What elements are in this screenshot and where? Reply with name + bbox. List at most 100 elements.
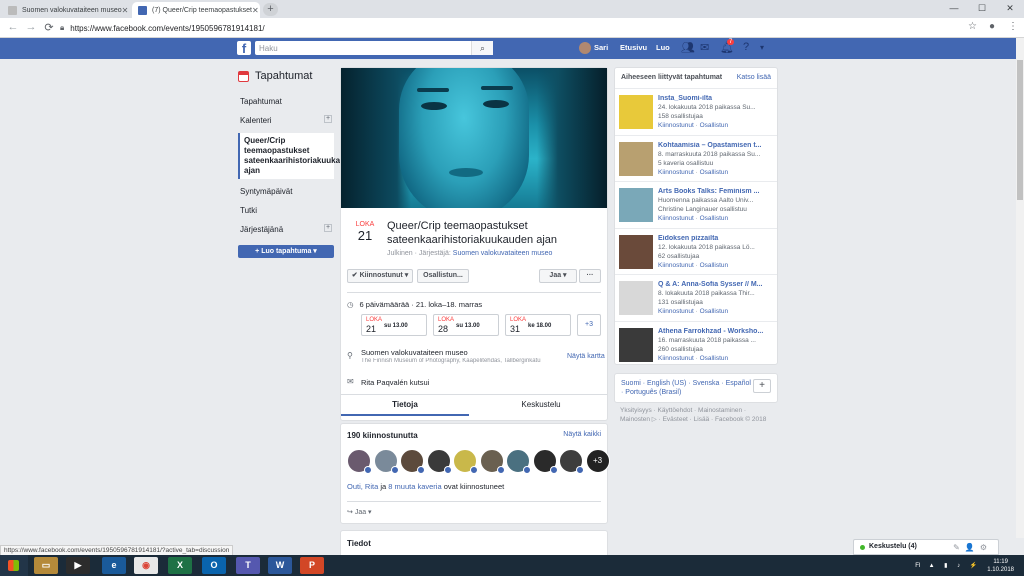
word-icon[interactable]: W xyxy=(268,557,292,574)
date-option[interactable]: LOKA 21 su 13.00 xyxy=(361,314,427,336)
more-dates-button[interactable]: +3 xyxy=(577,314,601,336)
search-input[interactable]: Haku ⌕ xyxy=(255,41,493,55)
back-icon[interactable]: ← xyxy=(6,21,20,33)
interested-link[interactable]: Kiinnostunut xyxy=(658,169,694,176)
sidebar-item-discover[interactable]: Tutki xyxy=(238,201,334,220)
related-event-title[interactable]: Insta_Suomi-ilta xyxy=(658,95,774,102)
friend-avatar[interactable] xyxy=(532,449,558,474)
add-icon[interactable]: + xyxy=(324,115,332,123)
reload-icon[interactable]: ⟳ xyxy=(42,21,56,34)
related-event-item[interactable]: Eidoksen pizzailta 12. lokakuuta 2018 pai… xyxy=(615,227,777,275)
friend-avatar[interactable] xyxy=(506,449,531,474)
event-thumbnail[interactable] xyxy=(619,234,653,269)
related-event-item[interactable]: Insta_Suomi-ilta 24. lokakuuta 2018 paika… xyxy=(615,88,777,135)
powerpoint-icon[interactable]: P xyxy=(300,557,324,574)
location-name[interactable]: Suomen valokuvataiteen museo xyxy=(361,348,468,357)
interested-link[interactable]: Kiinnostunut xyxy=(658,122,694,129)
interested-link[interactable]: Kiinnostunut xyxy=(658,355,694,362)
sidebar-item-events[interactable]: Tapahtumat xyxy=(238,92,334,111)
maximize-icon[interactable]: ☐ xyxy=(968,0,996,18)
going-button[interactable]: Osallistun... xyxy=(417,269,469,283)
date-option[interactable]: LOKA 28 su 13.00 xyxy=(433,314,499,336)
facebook-logo-icon[interactable]: f xyxy=(237,41,251,56)
related-event-item[interactable]: Q & A: Anna-Sofia Sysser // M... 8. lokak… xyxy=(615,274,777,321)
see-more-link[interactable]: Katso lisää xyxy=(737,74,771,81)
interested-link[interactable]: Kiinnostunut xyxy=(658,308,694,315)
organizer-link[interactable]: Suomen valokuvataiteen museo xyxy=(453,250,553,257)
friend-avatar[interactable] xyxy=(479,449,505,474)
bookmark-star-icon[interactable]: ☆ xyxy=(968,21,977,32)
sidebar-item-birthdays[interactable]: Syntymäpäivät xyxy=(238,182,334,201)
related-event-item[interactable]: Arts Books Talks: Feminism ... Huomenna p… xyxy=(615,181,777,228)
forward-icon[interactable]: → xyxy=(24,21,38,33)
outlook-icon[interactable]: O xyxy=(202,557,226,574)
show-all-link[interactable]: Näytä kaikki xyxy=(563,431,601,438)
interested-link[interactable]: Kiinnostunut xyxy=(658,262,694,269)
profile-link[interactable]: Sari xyxy=(594,43,608,52)
share-button[interactable]: Jaa ▾ xyxy=(539,269,577,283)
sidebar-item-hosting[interactable]: Järjestäjänä + xyxy=(238,220,334,239)
chrome-icon[interactable]: ◉ xyxy=(134,557,158,574)
related-event-item[interactable]: Athena Farrokhzad - Worksho... 16. marras… xyxy=(615,320,777,368)
interested-link[interactable]: Kiinnostunut xyxy=(658,215,694,222)
minimize-icon[interactable]: — xyxy=(940,0,968,18)
related-event-item[interactable]: Kohtaamisia – Opastamisen t... 8. marrask… xyxy=(615,134,777,182)
chat-options-icon[interactable]: ✎👤⚙ xyxy=(953,543,992,552)
event-thumbnail[interactable] xyxy=(619,281,653,315)
chat-bar[interactable]: Keskustelu (4) ✎👤⚙ xyxy=(853,539,999,555)
create-event-button[interactable]: + Luo tapahtuma ▾ xyxy=(238,245,334,258)
clock[interactable]: 11:19 1.10.2018 xyxy=(987,558,1014,574)
friend-avatar[interactable] xyxy=(347,449,372,474)
going-link[interactable]: Osallistun xyxy=(700,308,729,315)
interested-button[interactable]: ✔ Kiinnostunut ▾ xyxy=(347,269,413,283)
date-option[interactable]: LOKA 31 ke 18.00 xyxy=(505,314,571,336)
sidebar-item-current-event[interactable]: Queer/Crip teemaopastukset sateenkaarihi… xyxy=(238,133,359,179)
going-link[interactable]: Osallistun xyxy=(700,215,729,222)
show-map-link[interactable]: Näytä kartta xyxy=(567,353,605,360)
menu-icon[interactable]: ⋮ xyxy=(1008,21,1018,32)
event-thumbnail[interactable] xyxy=(619,95,653,129)
language-links[interactable]: Suomi · English (US) · Svenska · Español… xyxy=(621,379,751,397)
friend-avatar[interactable] xyxy=(373,449,399,474)
new-tab-button[interactable]: + xyxy=(263,3,278,16)
add-language-button[interactable]: + xyxy=(753,379,771,393)
close-tab-icon[interactable]: ✕ xyxy=(122,6,129,15)
close-window-icon[interactable]: ✕ xyxy=(996,0,1024,18)
friend-avatar[interactable] xyxy=(400,449,425,474)
event-thumbnail[interactable] xyxy=(619,141,653,176)
excel-icon[interactable]: X xyxy=(168,557,192,574)
account-menu-icon[interactable]: ▾ xyxy=(760,43,764,52)
more-interested-avatar[interactable]: +3 xyxy=(585,449,610,473)
create-link[interactable]: Luo xyxy=(656,43,670,52)
teams-icon[interactable]: T xyxy=(236,557,260,574)
related-event-title[interactable]: Arts Books Talks: Feminism ... xyxy=(658,188,774,195)
friend-avatar[interactable] xyxy=(426,449,452,474)
going-link[interactable]: Osallistun xyxy=(700,169,729,176)
sidebar-item-calendar[interactable]: Kalenteri + xyxy=(238,111,334,130)
start-button[interactable] xyxy=(0,555,28,576)
avatar[interactable] xyxy=(579,42,591,54)
friend-avatar[interactable] xyxy=(453,449,478,474)
more-friends-link[interactable]: 8 muuta kaveria xyxy=(388,482,441,491)
tray-icons[interactable]: ▲ ▮ ♪ ⚡ xyxy=(929,562,982,569)
internet-explorer-icon[interactable]: e xyxy=(102,557,126,574)
browser-tab-inactive[interactable]: Suomen valokuvataiteen museo ✕ xyxy=(2,2,132,18)
scrollbar-thumb[interactable] xyxy=(1017,60,1023,200)
home-link[interactable]: Etusivu xyxy=(620,43,647,52)
add-icon[interactable]: + xyxy=(324,224,332,232)
tab-discussion[interactable]: Keskustelu xyxy=(475,396,607,416)
address-bar[interactable]: 🔒︎ https://www.facebook.com/events/19505… xyxy=(60,20,960,36)
related-event-title[interactable]: Athena Farrokhzad - Worksho... xyxy=(658,328,774,335)
event-thumbnail[interactable] xyxy=(619,188,653,222)
close-tab-icon[interactable]: ✕ xyxy=(252,6,259,15)
friend-names-link[interactable]: Outi, Rita xyxy=(347,482,378,491)
messenger-icon[interactable]: ✉ xyxy=(700,41,709,54)
going-link[interactable]: Osallistun xyxy=(700,262,729,269)
related-event-title[interactable]: Q & A: Anna-Sofia Sysser // M... xyxy=(658,281,774,288)
media-player-icon[interactable]: ▶ xyxy=(66,557,90,574)
going-link[interactable]: Osallistun xyxy=(700,122,729,129)
related-event-title[interactable]: Eidoksen pizzailta xyxy=(658,235,774,242)
friend-requests-icon[interactable]: 👥︎ xyxy=(681,41,695,54)
share-button[interactable]: ↪ Jaa ▾ xyxy=(347,508,372,516)
tab-info[interactable]: Tietoja xyxy=(341,396,469,416)
